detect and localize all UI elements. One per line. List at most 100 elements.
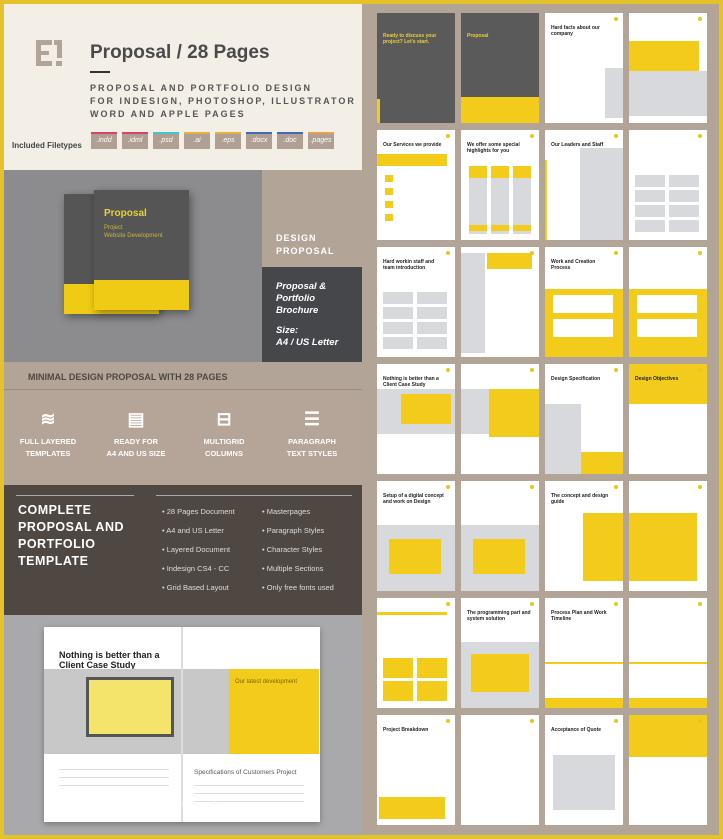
divider — [156, 495, 352, 496]
page-thumbnail[interactable]: Design Specification — [545, 364, 623, 474]
yellow-block — [583, 513, 623, 581]
brochure-info: Proposal & Portfolio Brochure Size: A4 / U… — [262, 267, 362, 362]
page-heading: Design Objectives — [635, 376, 679, 382]
yellow-block — [629, 41, 699, 71]
bullet-item: • 28 Pages Document — [162, 507, 235, 516]
page-thumbnail[interactable]: Work and Creation Process — [545, 247, 623, 357]
brochure-mockup-photo: Proposal Project Website Development — [4, 170, 262, 362]
page-marker-icon — [614, 134, 618, 138]
page-thumbnail[interactable]: The programming part and system solution — [461, 598, 539, 708]
page-thumbnail[interactable] — [461, 481, 539, 591]
grid-icon: ⊟ — [216, 409, 232, 429]
page-heading: Proposal — [467, 33, 489, 39]
page-thumbnail[interactable] — [461, 247, 539, 357]
page-thumbnail[interactable] — [629, 598, 707, 708]
feature-list: ≋ FULL LAYERED TEMPLATES ▤ READY FOR A4 AND U… — [4, 390, 362, 485]
yellow-block — [379, 797, 445, 819]
bullet-item: • Only free fonts used — [262, 583, 334, 592]
page-heading: Our Services we provide — [383, 142, 442, 148]
page-marker-icon — [698, 17, 702, 21]
complete-template-section: COMPLETE PROPOSAL AND PORTFOLIO TEMPLATE • … — [4, 485, 362, 615]
image-block — [417, 292, 447, 304]
page-marker-icon — [614, 17, 618, 21]
page-thumbnail[interactable]: Our Leaders and Staff — [545, 130, 623, 240]
page-thumbnail[interactable]: Hard workin staff and team introduction — [377, 247, 455, 357]
page-marker-icon — [530, 602, 534, 606]
filetype-badge: .ai — [184, 132, 210, 149]
page-thumbnail[interactable]: Hard facts about our company — [545, 13, 623, 123]
image-block — [605, 68, 623, 118]
image-block — [553, 755, 615, 810]
yellow-block — [471, 654, 529, 692]
bullet-item: • A4 and US Letter — [162, 526, 224, 535]
page-thumbnail[interactable] — [461, 364, 539, 474]
design-proposal-label: DESIGN PROPOSAL — [262, 170, 362, 267]
yellow-block — [513, 225, 531, 231]
page-thumbnail[interactable]: Ready to discuss your project? Let's sta… — [377, 13, 455, 123]
page-heading: We offer some special highlights for you — [467, 142, 520, 154]
panel-title: Our latest development — [235, 679, 298, 685]
yellow-block — [629, 698, 707, 708]
subtitle: PROPOSAL AND PORTFOLIO DESIGN FOR INDESI… — [90, 82, 360, 121]
page-thumbnail[interactable]: Setup of a digital concept and work on D… — [377, 481, 455, 591]
page-thumbnail[interactable] — [629, 481, 707, 591]
document-icon: ▤ — [127, 409, 145, 429]
page-thumbnail[interactable] — [629, 715, 707, 825]
image-block — [635, 175, 665, 187]
page-thumbnail[interactable] — [629, 13, 707, 123]
page-thumbnail[interactable]: The concept and design guide — [545, 481, 623, 591]
filetype-badges: .indd .idml .psd .ai .eps .docx .doc .pages — [91, 132, 334, 149]
yellow-block — [389, 539, 441, 574]
page-thumbnail[interactable]: We offer some special highlights for you — [461, 130, 539, 240]
text-line — [59, 777, 169, 778]
page-thumbnail[interactable]: Acceptance of Quote — [545, 715, 623, 825]
page-marker-icon — [530, 368, 534, 372]
text-line — [194, 793, 304, 794]
filetype-badge: .eps — [215, 132, 241, 149]
page-thumbnail[interactable]: Process Plan and Work Timeline — [545, 598, 623, 708]
yellow-block — [417, 658, 447, 678]
spec-title: Specifications of Customers Project — [194, 769, 297, 776]
page-thumbnail-grid: Ready to discuss your project? Let's sta… — [377, 13, 707, 825]
spread-fold — [181, 627, 183, 822]
page-marker-icon — [698, 251, 702, 255]
image-block — [635, 205, 665, 217]
page-marker-icon — [698, 134, 702, 138]
title-divider — [90, 71, 110, 73]
page-marker-icon — [698, 368, 702, 372]
page-thumbnail[interactable] — [377, 598, 455, 708]
feature-label: TEXT STYLES — [286, 449, 338, 458]
image-block — [545, 404, 581, 474]
page-thumbnail[interactable]: Nothing is better than a Client Case Stu… — [377, 364, 455, 474]
yellow-block — [385, 175, 393, 182]
spread-heading: Nothing is better than a Client Case Stu… — [59, 650, 160, 670]
watermark: www.heritagechristiancollege.com — [84, 799, 266, 811]
image-block — [417, 337, 447, 349]
yellow-block — [417, 681, 447, 701]
page-marker-icon — [698, 602, 702, 606]
page-marker-icon — [614, 719, 618, 723]
page-thumbnail[interactable] — [629, 130, 707, 240]
page-thumbnail[interactable]: Our Services we provide — [377, 130, 455, 240]
title-line: TEMPLATE — [18, 554, 89, 568]
filetype-badge: .indd — [91, 132, 117, 149]
yellow-block — [377, 612, 447, 615]
page-thumbnail[interactable]: Proposal — [461, 13, 539, 123]
feature-label: READY FOR — [113, 437, 159, 446]
feature-label: MULTIGRID — [203, 437, 245, 446]
page-marker-icon — [614, 485, 618, 489]
yellow-block — [629, 715, 707, 757]
page-thumbnail[interactable]: Design Objectives — [629, 364, 707, 474]
title-line: PORTFOLIO — [18, 537, 96, 551]
filetypes-label: Included Filetypes — [12, 141, 82, 150]
page-thumbnail[interactable]: Project Breakdown — [377, 715, 455, 825]
feature-item: ▤ READY FOR A4 AND US SIZE — [92, 390, 180, 485]
section-band: MINIMAL DESIGN PROPOSAL WITH 28 PAGES — [4, 362, 362, 390]
left-panel: Proposal / 28 Pages PROPOSAL AND PORTFOL… — [4, 4, 362, 835]
page-thumbnail[interactable] — [461, 715, 539, 825]
page-thumbnail[interactable] — [629, 247, 707, 357]
page-heading: Hard workin staff and team introduction — [383, 259, 435, 271]
size-label: Size: — [276, 325, 299, 336]
cover-subtitle-line: Project — [104, 225, 123, 231]
label-line: PROPOSAL — [276, 246, 335, 256]
